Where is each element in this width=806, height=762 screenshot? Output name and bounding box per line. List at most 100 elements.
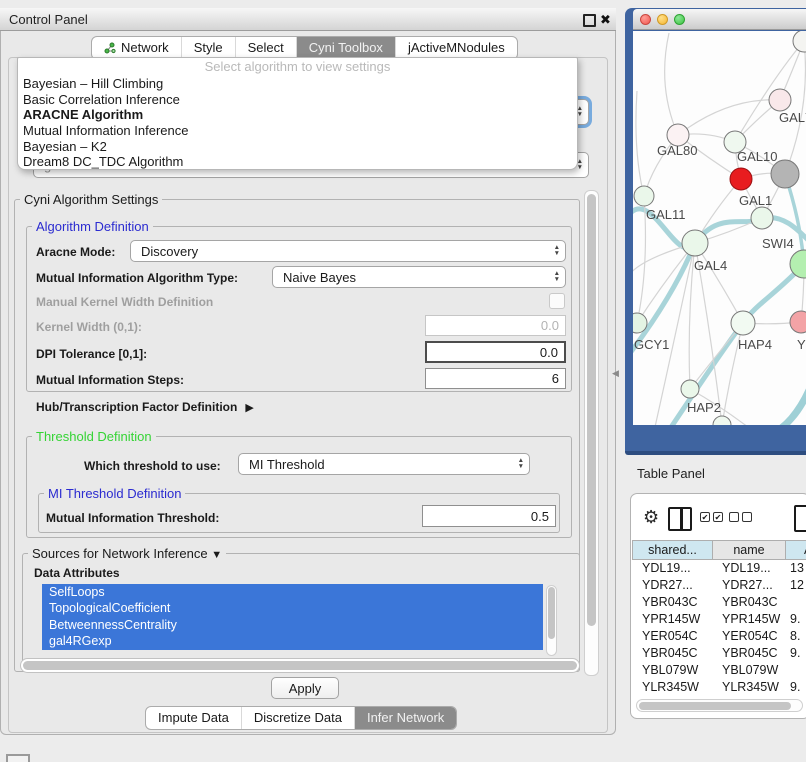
node-salmon[interactable]: [790, 311, 806, 333]
sources-legend-text: Sources for Network Inference: [32, 546, 208, 561]
settings-hscrollbar[interactable]: [20, 658, 580, 673]
network-canvas[interactable]: GAL7GAL80GAL10GAL1GAL11SWI4GAL4GCY1HAP4Y…: [633, 31, 806, 425]
table-cell: YBR043C: [722, 594, 778, 611]
dpi-tolerance-label: DPI Tolerance [0,1]:: [36, 347, 147, 361]
table-cell: YBR045C: [722, 645, 778, 662]
network-edge[interactable]: [636, 91, 644, 196]
network-edge[interactable]: [735, 41, 804, 142]
algorithm-option-basic-correlation-inference[interactable]: Basic Correlation Inference: [18, 92, 577, 108]
algorithm-option-bayesian-hill-climbing[interactable]: Bayesian – Hill Climbing: [18, 76, 577, 92]
settings-hscrollbar-thumb[interactable]: [23, 661, 577, 670]
column-layout-icon[interactable]: [668, 507, 692, 531]
table-row-YIL052C[interactable]: YIL052CYIL052C9: [632, 696, 806, 698]
attribute-item-topologicalcoefficient[interactable]: TopologicalCoefficient: [42, 600, 543, 616]
node-bottom-partial[interactable]: [713, 416, 731, 425]
algorithm-option-aracne-algorithm[interactable]: ARACNE Algorithm: [18, 107, 577, 123]
partial-button[interactable]: [6, 754, 30, 762]
node-hap4[interactable]: [731, 311, 755, 335]
checked-pair-icon[interactable]: ✔: [713, 512, 723, 522]
node-hap2[interactable]: [681, 380, 699, 398]
aracne-mode-combobox[interactable]: Discovery ▲▼: [130, 240, 566, 262]
table-row-YDL19[interactable]: YDL19...YDL19...13: [632, 560, 806, 577]
algorithm-dropdown-items: Bayesian – Hill ClimbingBasic Correlatio…: [18, 76, 577, 170]
tab-label: jActiveMNodules: [408, 40, 505, 55]
column-header-partial[interactable]: A: [785, 540, 806, 560]
data-attributes-list[interactable]: SelfLoopsTopologicalCoefficientBetweenne…: [42, 584, 543, 656]
gear-icon[interactable]: ⚙: [643, 507, 659, 528]
table-hscrollbar[interactable]: [636, 699, 803, 712]
table-row-YER054C[interactable]: YER054CYER054C8.: [632, 628, 806, 645]
node-label-swi4: SWI4: [762, 236, 794, 251]
algorithm-dropdown: Select algorithm to view settings Bayesi…: [17, 57, 578, 170]
tab-infer-network[interactable]: Infer Network: [354, 707, 456, 729]
network-edge[interactable]: [678, 100, 780, 135]
algorithm-option-bayesian-k2[interactable]: Bayesian – K2: [18, 139, 577, 155]
table-row-YBR043C[interactable]: YBR043CYBR043C: [632, 594, 806, 611]
table-row-YLR345W[interactable]: YLR345WYLR345W9.: [632, 679, 806, 696]
table-row-YDR27[interactable]: YDR27...YDR27...12: [632, 577, 806, 594]
mi-steps-input[interactable]: 6: [425, 368, 566, 389]
settings-scrollbar-thumb[interactable]: [587, 194, 596, 626]
settings-scrollbar[interactable]: [584, 190, 599, 676]
kernel-width-input[interactable]: 0.0: [425, 315, 566, 336]
node-gal7[interactable]: [769, 89, 791, 111]
page-icon[interactable]: [794, 505, 806, 532]
cyni-bottom-tabbar: Impute DataDiscretize DataInfer Network: [145, 706, 457, 730]
attribute-item-selfloops[interactable]: SelfLoops: [42, 584, 543, 600]
which-threshold-combobox[interactable]: MI Threshold ▲▼: [238, 453, 530, 475]
mi-threshold-input[interactable]: 0.5: [422, 505, 556, 527]
node-gal4[interactable]: [682, 230, 708, 256]
node-label-y: Y: [797, 337, 806, 352]
close-panel-icon[interactable]: ✖: [600, 12, 611, 28]
column-header-shared[interactable]: shared...: [632, 540, 713, 560]
network-window-titlebar[interactable]: [633, 9, 806, 30]
mi-type-combobox[interactable]: Naive Bayes ▲▼: [272, 266, 566, 288]
manual-kernel-checkbox[interactable]: [549, 293, 565, 309]
checked-pair-icon[interactable]: ✔: [700, 512, 710, 522]
node-top-partial[interactable]: [793, 31, 806, 52]
which-threshold-value: MI Threshold: [249, 457, 325, 472]
unchecked-pair-icon[interactable]: [742, 512, 752, 522]
dpi-tolerance-input[interactable]: 0.0: [425, 341, 566, 363]
table-row-YBL079W[interactable]: YBL079WYBL079W: [632, 662, 806, 679]
node-table-rows[interactable]: YDL19...YDL19...13YDR27...YDR27...12YBR0…: [632, 560, 806, 698]
node-selected-red[interactable]: [730, 168, 752, 190]
splitpane-collapse-icon[interactable]: ◀: [612, 368, 619, 379]
node-label-gal4: GAL4: [694, 258, 727, 273]
network-edge[interactable]: [637, 196, 645, 323]
collapsed-arrow-icon[interactable]: ▶: [245, 402, 253, 414]
table-row-YPR145W[interactable]: YPR145WYPR145W9.: [632, 611, 806, 628]
table-hscrollbar-thumb[interactable]: [639, 702, 791, 710]
traffic-minimize-icon[interactable]: [657, 14, 668, 25]
tab-select[interactable]: Select: [235, 37, 296, 59]
column-header-name[interactable]: name: [712, 540, 786, 560]
attribute-item-gal4rgexp[interactable]: gal4RGexp: [42, 633, 543, 649]
node-gal1[interactable]: [751, 207, 773, 229]
tab-impute-data[interactable]: Impute Data: [146, 707, 241, 729]
network-graph[interactable]: GAL7GAL80GAL10GAL1GAL11SWI4GAL4GCY1HAP4Y…: [633, 31, 806, 425]
tab-style[interactable]: Style: [181, 37, 235, 59]
algorithm-option-dream8-dc-tdc-algorithm[interactable]: Dream8 DC_TDC Algorithm: [18, 154, 577, 170]
attributes-list-scrollbar[interactable]: [546, 585, 557, 656]
node-gray[interactable]: [771, 160, 799, 188]
unchecked-pair-icon[interactable]: [729, 512, 739, 522]
traffic-close-icon[interactable]: [640, 14, 651, 25]
table-cell: YBL079W: [722, 662, 778, 679]
apply-button[interactable]: Apply: [271, 677, 339, 699]
node-gal11[interactable]: [634, 186, 654, 206]
tab-cyni-toolbox[interactable]: Cyni Toolbox: [296, 37, 395, 59]
tab-jactivemnodules[interactable]: jActiveMNodules: [395, 37, 517, 59]
network-edge[interactable]: [665, 33, 678, 135]
hub-definition-toggle[interactable]: Hub/Transcription Factor Definition▶: [36, 400, 254, 414]
traffic-zoom-icon[interactable]: [674, 14, 685, 25]
table-row-YBR045C[interactable]: YBR045CYBR045C9.: [632, 645, 806, 662]
network-edge-thick[interactable]: [761, 381, 806, 425]
attribute-item-betweennesscentrality[interactable]: BetweennessCentrality: [42, 617, 543, 633]
tab-discretize-data[interactable]: Discretize Data: [241, 707, 354, 729]
attributes-scrollbar-thumb[interactable]: [548, 587, 555, 639]
data-attributes-label: Data Attributes: [34, 566, 120, 580]
float-panel-icon[interactable]: [583, 14, 596, 27]
algorithm-option-mutual-information-inference[interactable]: Mutual Information Inference: [18, 123, 577, 139]
tab-network[interactable]: Network: [92, 37, 181, 59]
expanded-arrow-icon[interactable]: ▼: [211, 549, 222, 561]
